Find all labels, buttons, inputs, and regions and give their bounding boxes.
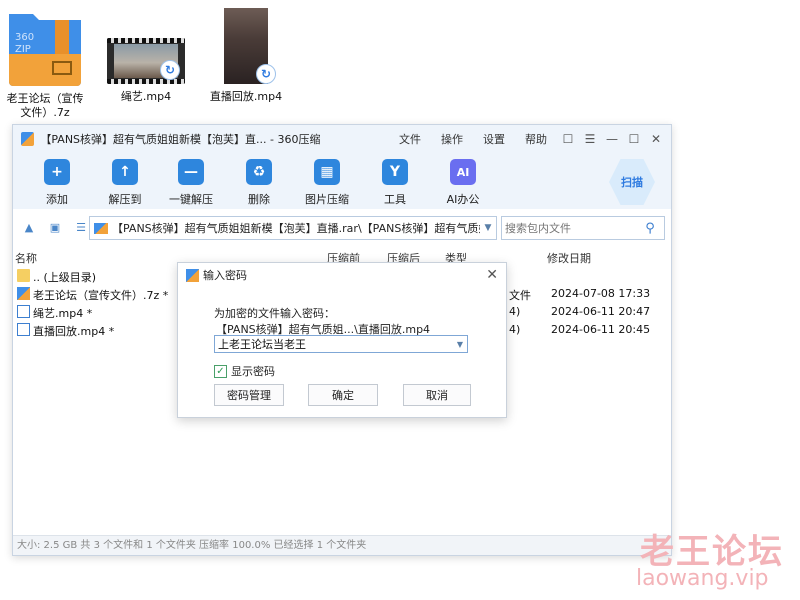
show-password-label: 显示密码 xyxy=(231,365,275,378)
video-file-icon xyxy=(17,305,30,318)
app-logo-icon xyxy=(186,268,199,282)
column-date[interactable]: 修改日期 xyxy=(547,250,591,266)
menu-file[interactable]: 文件 xyxy=(389,131,431,147)
checkmark-icon: ✓ xyxy=(214,364,227,378)
maximize-button[interactable]: ☐ xyxy=(623,132,645,146)
watermark-url: laowang.vip xyxy=(636,566,769,591)
dialog-title-bar: 输入密码 ✕ xyxy=(178,263,506,287)
feedback-icon[interactable]: ☰ xyxy=(579,132,601,146)
file-type: 4) xyxy=(509,305,521,318)
show-password-checkbox[interactable]: ✓ 显示密码 xyxy=(214,363,275,379)
desktop-icon-zip[interactable]: 360 ZIP 老王论坛（宣传文件）.7z xyxy=(2,6,88,120)
one-click-extract-button[interactable]: — 一键解压 xyxy=(159,159,223,207)
cancel-button[interactable]: 取消 xyxy=(403,384,471,406)
extract-to-label: 解压到 xyxy=(108,193,142,206)
ai-office-label: AI办公 xyxy=(446,193,480,206)
shortcut-arrow-icon: ↻ xyxy=(160,60,180,80)
video-file-icon xyxy=(17,323,30,336)
app-logo-icon xyxy=(21,132,35,146)
desktop-icon-video-2[interactable]: ↻ 直播回放.mp4 xyxy=(206,8,286,104)
menu-bar: 文件 操作 设置 帮助 xyxy=(389,131,557,147)
tools-button[interactable]: Y 工具 xyxy=(363,159,427,207)
folder-icon xyxy=(17,269,30,282)
add-icon: + xyxy=(44,159,70,185)
ok-button[interactable]: 确定 xyxy=(308,384,378,406)
window-controls: ☐ ☰ — ☐ ✕ xyxy=(557,132,667,146)
password-manage-button[interactable]: 密码管理 xyxy=(214,384,284,406)
chevron-down-icon[interactable]: ▼ xyxy=(480,223,496,233)
extract-to-icon: ↑ xyxy=(112,159,138,185)
grid-view-icon[interactable]: ▣ xyxy=(47,220,63,236)
search-box: ⚲ xyxy=(501,216,665,240)
file-name: 绳艺.mp4 * xyxy=(33,307,93,320)
add-button[interactable]: + 添加 xyxy=(25,159,89,207)
tools-label: 工具 xyxy=(384,193,406,206)
ai-office-icon: AI xyxy=(450,159,476,185)
delete-button[interactable]: ♻ 删除 xyxy=(227,159,291,207)
file-type: 4) xyxy=(509,323,521,336)
extract-to-button[interactable]: ↑ 解压到 xyxy=(93,159,157,207)
status-bar: 大小: 2.5 GB 共 3 个文件和 1 个文件夹 压缩率 100.0% 已经… xyxy=(13,535,671,555)
file-name: 老王论坛（宣传文件）.7z * xyxy=(33,289,169,302)
path-input[interactable]: 【PANS核弹】超有气质姐姐新模【泡芙】直播.rar\【PANS核弹】超有气质姐… xyxy=(89,216,497,240)
password-input[interactable] xyxy=(215,336,453,352)
dialog-title: 输入密码 xyxy=(203,269,247,282)
ai-office-button[interactable]: AI AI办公 xyxy=(431,159,495,207)
delete-label: 删除 xyxy=(248,193,270,206)
menu-help[interactable]: 帮助 xyxy=(515,131,557,147)
close-icon[interactable]: ✕ xyxy=(486,267,498,283)
window-title: 【PANS核弹】超有气质姐姐新模【泡芙】直... - 360压缩 xyxy=(40,133,321,146)
minimize-button[interactable]: — xyxy=(601,132,623,146)
zip-brand-text: 360 xyxy=(15,32,34,43)
archive-icon xyxy=(94,222,108,234)
image-compress-button[interactable]: ▦ 图片压缩 xyxy=(295,159,359,207)
title-bar: 【PANS核弹】超有气质姐姐新模【泡芙】直... - 360压缩 文件 操作 设… xyxy=(13,125,671,153)
password-field: ▼ xyxy=(214,335,468,353)
zip-archive-icon: 360 ZIP xyxy=(5,6,85,88)
desktop-icon-label: 老王论坛（宣传文件）.7z xyxy=(6,92,84,119)
desktop-icon-label: 绳艺.mp4 xyxy=(120,90,172,103)
image-compress-icon: ▦ xyxy=(314,159,340,185)
search-icon[interactable]: ⚲ xyxy=(640,221,660,236)
file-date: 2024-06-11 20:45 xyxy=(551,323,651,336)
file-date: 2024-06-11 20:47 xyxy=(551,305,651,318)
tools-icon: Y xyxy=(382,159,408,185)
add-label: 添加 xyxy=(46,193,68,206)
shortcut-arrow-icon: ↻ xyxy=(256,64,276,84)
scan-button[interactable]: 扫描 xyxy=(609,159,655,205)
menu-settings[interactable]: 设置 xyxy=(473,131,515,147)
search-input[interactable] xyxy=(502,218,640,238)
desktop-icon-label: 直播回放.mp4 xyxy=(209,90,283,103)
image-compress-label: 图片压缩 xyxy=(305,193,349,206)
menu-operation[interactable]: 操作 xyxy=(431,131,473,147)
close-button[interactable]: ✕ xyxy=(645,132,667,146)
zip-format-text: ZIP xyxy=(15,44,31,55)
column-name[interactable]: 名称 xyxy=(15,250,37,266)
list-view-icon[interactable]: ☰ xyxy=(73,220,89,236)
delete-icon: ♻ xyxy=(246,159,272,185)
zip-file-icon xyxy=(17,287,30,300)
up-arrow-icon[interactable]: ▲ xyxy=(21,220,37,236)
password-prompt: 为加密的文件输入密码： xyxy=(214,307,335,320)
file-name: .. (上级目录) xyxy=(33,271,97,284)
one-click-extract-label: 一键解压 xyxy=(169,193,213,206)
file-date: 2024-07-08 17:33 xyxy=(551,287,651,300)
file-name: 直播回放.mp4 * xyxy=(33,325,115,338)
desktop-icon-video-1[interactable]: ↻ 绳艺.mp4 xyxy=(104,38,188,104)
address-bar: ▲ ▣ ☰ 【PANS核弹】超有气质姐姐新模【泡芙】直播.rar\【PANS核弹… xyxy=(13,213,671,243)
toolbar: + 添加 ↑ 解压到 — 一键解压 ♻ 删除 ▦ 图片压缩 Y 工具 AI AI… xyxy=(13,153,671,209)
one-click-extract-icon: — xyxy=(178,159,204,185)
file-type: 文件 xyxy=(509,289,531,302)
path-text: 【PANS核弹】超有气质姐姐新模【泡芙】直播.rar\【PANS核弹】超有气质姐… xyxy=(112,222,480,235)
password-dialog: 输入密码 ✕ 为加密的文件输入密码： 【PANS核弹】超有气质姐...\直播回放… xyxy=(177,262,507,418)
skin-icon[interactable]: ☐ xyxy=(557,132,579,146)
chevron-down-icon[interactable]: ▼ xyxy=(453,340,467,349)
